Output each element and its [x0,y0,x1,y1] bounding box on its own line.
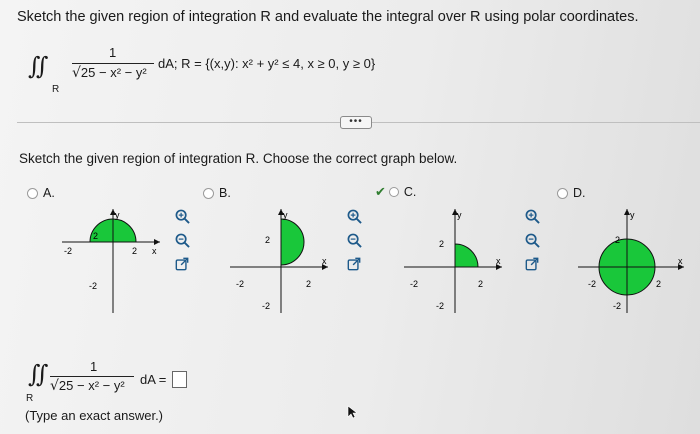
option-a[interactable]: A. [27,186,55,200]
tick-y-neg: -2 [436,301,444,311]
sqrt-icon: √ [72,65,81,81]
option-a-radio[interactable] [27,187,38,199]
option-b-radio[interactable] [203,187,214,199]
option-b-graph[interactable]: y x 2 -2 2 -2 [224,205,334,317]
option-d-graph[interactable]: y x 2 -2 2 -2 [572,205,690,317]
tick-y-neg: -2 [262,301,270,311]
answer-fraction-numerator: 1 [90,359,98,374]
option-a-graph[interactable]: y x 2 -2 2 -2 [56,205,166,317]
tick-y-neg: -2 [89,281,97,291]
x-axis-label: x [152,246,157,256]
zoom-in-icon[interactable] [346,208,362,224]
answer-fraction-denominator: √25 − x² − y² [50,376,125,394]
fraction-numerator: 1 [109,45,117,60]
zoom-out-icon[interactable] [524,232,540,248]
tick-x-neg: -2 [588,279,596,289]
checkmark-icon: ✔ [375,184,386,199]
y-axis-label: y [115,210,120,220]
y-axis-label: y [630,210,635,220]
option-c-tools [524,208,540,272]
option-d-label: D. [573,186,586,200]
answer-integral-symbol: ∬ [28,360,49,388]
tick-x-pos: 2 [306,279,311,289]
x-axis-label: x [322,256,327,266]
option-c-label: C. [403,185,417,199]
answer-region-subscript: R [26,393,34,404]
answer-hint: (Type an exact answer.) [25,408,164,423]
zoom-in-icon[interactable] [524,208,540,224]
region-first-quadrant [454,243,479,268]
open-external-icon[interactable] [174,256,190,272]
answer-equals: dA = [140,372,167,387]
more-button[interactable]: ••• [340,116,372,129]
region-subscript: R [52,84,60,95]
tick-x-pos: 2 [132,246,137,256]
region-right-half [280,218,305,266]
option-a-tools [174,208,190,272]
question-instruction: Sketch the given region of integration R… [17,9,639,25]
tick-y-neg: -2 [613,301,621,311]
zoom-out-icon[interactable] [174,232,190,248]
option-d[interactable]: D. [557,186,586,200]
tick-y-pos: 2 [615,235,620,245]
denominator-expression: 25 − x² − y² [80,63,147,80]
double-integral-symbol: ∬ [28,52,49,80]
open-external-icon[interactable] [346,256,362,272]
y-axis-label: y [457,210,462,220]
tick-y-pos: 2 [265,235,270,245]
tick-x-neg: -2 [236,279,244,289]
tick-y-pos: 2 [439,239,444,249]
fraction-denominator: √25 − x² − y² [72,63,147,81]
tick-x-neg: -2 [410,279,418,289]
option-c-graph[interactable]: y x 2 -2 2 -2 [398,205,508,317]
option-d-radio[interactable] [557,187,568,199]
option-b-tools [346,208,362,272]
region-definition: dA; R = {(x,y): x² + y² ≤ 4, x ≥ 0, y ≥ … [158,56,376,71]
tick-x-pos: 2 [656,279,661,289]
x-axis-arrow-icon [154,239,160,245]
answer-input[interactable] [172,371,187,388]
y-axis-label: y [283,210,288,220]
sqrt-icon: √ [50,378,59,394]
part1-instruction: Sketch the given region of integration R… [19,151,458,166]
mouse-cursor-icon [347,405,357,419]
option-b[interactable]: B. [203,186,231,200]
tick-x-neg: -2 [64,246,72,256]
x-axis-label: x [496,256,501,266]
option-a-label: A. [43,186,55,200]
tick-y-pos: 2 [93,231,98,241]
open-external-icon[interactable] [524,256,540,272]
zoom-out-icon[interactable] [346,232,362,248]
option-c-radio[interactable] [388,187,399,197]
tick-x-pos: 2 [478,279,483,289]
x-axis-label: x [678,256,683,266]
zoom-in-icon[interactable] [174,208,190,224]
option-c[interactable]: ✔ C. [375,184,416,200]
option-b-label: B. [219,186,231,200]
answer-denominator-expression: 25 − x² − y² [58,376,125,393]
